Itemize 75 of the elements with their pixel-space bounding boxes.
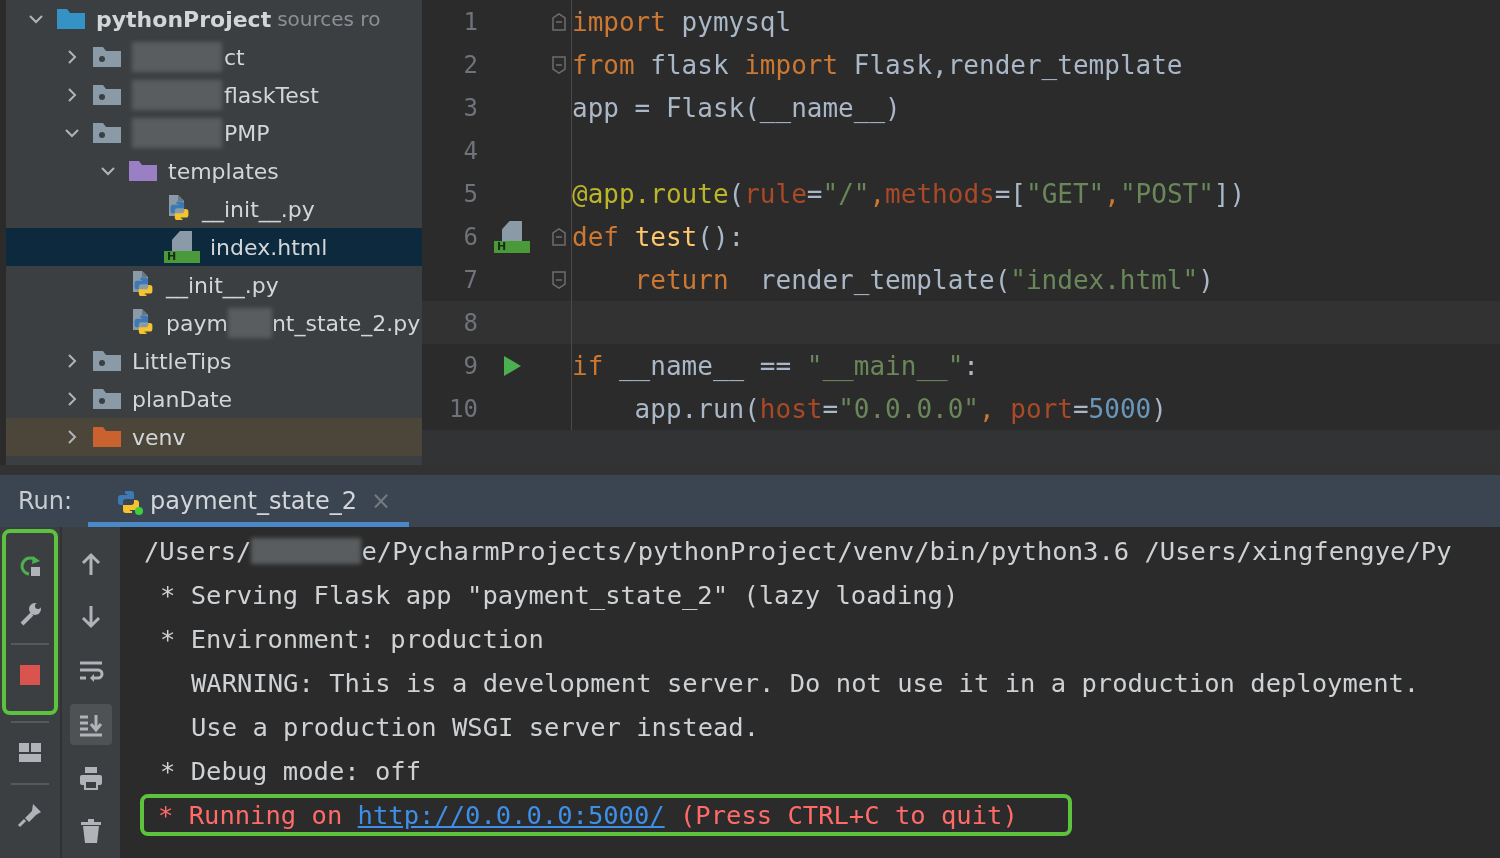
print-icon bbox=[78, 764, 104, 791]
item-label: index.html bbox=[210, 234, 328, 260]
item-label: LittleTips bbox=[132, 348, 232, 374]
line-number: 7 bbox=[462, 265, 478, 294]
console-line: WARNING: This is a development server. Do not use it in a production deployment. bbox=[191, 668, 1420, 698]
tree-item[interactable]: paym nt_state_2.py bbox=[6, 304, 422, 342]
code-line: return render_template("index.html") bbox=[633, 264, 1214, 295]
folder-icon bbox=[92, 425, 122, 449]
item-label: PMP bbox=[224, 120, 270, 146]
console-line: * Serving Flask app "payment_state_2" (lazy loading) bbox=[160, 580, 959, 610]
tree-item[interactable]: planDate bbox=[6, 380, 422, 418]
run-icon[interactable] bbox=[502, 354, 522, 377]
console-line: * Debug mode: off bbox=[160, 756, 421, 786]
item-note: sources ro bbox=[277, 7, 381, 31]
tree-item[interactable]: pythonProject sources ro bbox=[6, 0, 422, 38]
fold-icon[interactable] bbox=[551, 227, 566, 246]
console-text: /Users/ bbox=[144, 536, 252, 566]
code-line: from flask import Flask,render_template bbox=[572, 49, 1183, 80]
folder-icon bbox=[92, 387, 122, 411]
code-line: app = Flask(__name__) bbox=[572, 92, 901, 123]
tree-item[interactable]: ct bbox=[6, 38, 422, 76]
item-label: ct bbox=[224, 44, 245, 70]
trash-icon bbox=[78, 818, 104, 845]
run-tab[interactable]: payment_state_2 × bbox=[88, 480, 410, 527]
tree-item[interactable]: venv bbox=[6, 418, 422, 456]
item-label: flaskTest bbox=[224, 82, 319, 108]
console-text: e/PycharmProjects/pythonProject/venv/bin/python3.6 /Users/xingfengye/Py bbox=[361, 536, 1452, 566]
item-label: venv bbox=[132, 424, 186, 450]
folder-icon bbox=[56, 7, 86, 31]
tree-item[interactable]: flaskTest bbox=[6, 76, 422, 114]
line-number: 10 bbox=[448, 394, 478, 423]
console-line: Use a production WSGI server instead. bbox=[191, 712, 760, 742]
code-line: @app.route(rule="/",methods=["GET","POST"]) bbox=[572, 178, 1246, 209]
line-number: 8 bbox=[462, 308, 478, 337]
line-number: 6 bbox=[462, 222, 478, 251]
tree-item[interactable]: templates bbox=[6, 152, 422, 190]
fold-icon[interactable] bbox=[551, 270, 566, 289]
tree-item[interactable]: H index.html bbox=[6, 228, 422, 266]
url-link[interactable]: http://0.0.0.0:5000/ bbox=[357, 800, 665, 830]
line-number: 3 bbox=[462, 93, 478, 122]
line-number: 2 bbox=[462, 50, 478, 79]
line-number: 1 bbox=[462, 7, 478, 36]
tree-item[interactable]: LittleTips bbox=[6, 342, 422, 380]
stop-button[interactable] bbox=[17, 662, 43, 688]
tree-item[interactable]: __init__.py bbox=[6, 266, 422, 304]
tree-item[interactable]: PMP bbox=[6, 114, 422, 152]
fold-icon[interactable] bbox=[551, 12, 566, 31]
code-line: if __name__ == "__main__": bbox=[572, 350, 979, 381]
folder-icon bbox=[92, 121, 122, 145]
item-label: planDate bbox=[132, 386, 233, 412]
line-number: 9 bbox=[462, 351, 478, 380]
item-label: pythonProject bbox=[96, 6, 272, 32]
scroll-to-end-button[interactable] bbox=[70, 703, 112, 745]
item-label: paym bbox=[166, 310, 228, 336]
tree-item[interactable]: __init__.py bbox=[6, 190, 422, 228]
console-text: (Press CTRL+C to quit) bbox=[679, 800, 1018, 830]
folder-icon bbox=[92, 83, 122, 107]
item-label: __init__.py bbox=[202, 196, 315, 222]
tab-title: payment_state_2 bbox=[150, 487, 357, 515]
line-number: 5 bbox=[462, 179, 478, 208]
code-line: app.run(host="0.0.0.0", port=5000) bbox=[633, 393, 1167, 424]
console-line: * Environment: production bbox=[160, 624, 544, 654]
item-label: __init__.py bbox=[166, 272, 279, 298]
code-line: def test(): bbox=[572, 221, 745, 252]
folder-icon bbox=[92, 349, 122, 373]
folder-icon bbox=[128, 159, 158, 183]
item-label: templates bbox=[168, 158, 279, 184]
fold-icon[interactable] bbox=[551, 55, 566, 74]
folder-icon bbox=[92, 45, 122, 69]
item-label: nt_state_2.py bbox=[271, 310, 421, 336]
run-label: Run: bbox=[18, 487, 74, 515]
pin-icon[interactable] bbox=[17, 802, 43, 828]
line-number: 4 bbox=[462, 136, 478, 165]
console-text: * Running on bbox=[158, 800, 344, 830]
code-line: import pymysql bbox=[572, 6, 792, 37]
